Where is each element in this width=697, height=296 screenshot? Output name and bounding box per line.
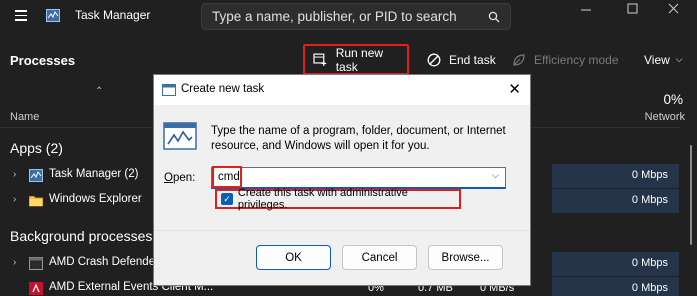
network-value: 0 Mbps [552, 277, 679, 296]
create-new-task-dialog: Create new task ✕ Type the name of a pro… [153, 74, 531, 286]
sort-chevron-up-icon[interactable]: ⌃ [95, 86, 103, 97]
close-window-button[interactable] [651, 0, 697, 22]
open-input[interactable] [211, 167, 506, 189]
run-icon [163, 122, 197, 150]
minimize-button[interactable] [563, 0, 609, 22]
app-title: Task Manager [75, 8, 151, 22]
chevron-right-icon[interactable]: › [13, 257, 16, 268]
chevron-right-icon[interactable]: › [13, 194, 16, 205]
amd-icon [29, 282, 43, 295]
maximize-button[interactable] [609, 0, 655, 22]
network-value: 0 Mbps [552, 164, 679, 188]
group-header-apps: Apps (2) [10, 140, 63, 156]
column-header-name[interactable]: Name [10, 111, 39, 123]
open-label: Open: [164, 172, 196, 184]
admin-privileges-checkbox[interactable]: ✓ Create this task with administrative p… [215, 187, 461, 211]
folder-icon [29, 196, 43, 207]
end-task-icon [427, 53, 441, 66]
network-value: 0 Mbps [552, 189, 679, 213]
process-name: Task Manager (2) [49, 168, 139, 180]
checkbox-checked-icon[interactable]: ✓ [221, 193, 233, 205]
minimize-icon [581, 9, 591, 11]
column-header-network[interactable]: Network [645, 111, 685, 123]
app-icon [29, 257, 43, 270]
maximize-icon [627, 3, 638, 14]
efficiency-mode-button[interactable]: Efficiency mode [512, 44, 619, 75]
efficiency-mode-label: Efficiency mode [534, 52, 619, 67]
process-name: AMD Crash Defender [49, 256, 159, 268]
network-usage-total: 0% [663, 92, 683, 107]
dialog-title-bar: Create new task ✕ [154, 75, 530, 105]
dialog-description: Type the name of a program, folder, docu… [211, 125, 506, 152]
network-value: 0 Mbps [552, 252, 679, 276]
end-task-label: End task [449, 52, 496, 67]
page-title: Processes [10, 53, 76, 68]
open-input-value[interactable]: cmd [212, 166, 242, 188]
leaf-icon [513, 53, 525, 66]
view-dropdown[interactable]: View ⌵ [644, 44, 683, 75]
process-name: Windows Explorer [49, 193, 142, 205]
dialog-footer: OK Cancel Browse... [154, 230, 530, 285]
chevron-down-icon: ⌵ [675, 54, 683, 64]
title-bar: Task Manager Type a name, publisher, or … [0, 0, 697, 34]
search-icon [488, 11, 500, 23]
close-icon [668, 3, 679, 14]
run-new-task-button[interactable]: Run new task [303, 44, 409, 75]
dialog-title: Create new task [181, 83, 265, 95]
dialog-close-icon[interactable]: ✕ [508, 82, 521, 97]
view-label: View [644, 52, 670, 67]
task-icon [162, 84, 176, 96]
search-input[interactable]: Type a name, publisher, or PID to search [201, 3, 511, 30]
ok-button[interactable]: OK [256, 245, 331, 270]
end-task-button[interactable]: End task [427, 44, 496, 75]
toolbar: Processes Run new task End task Efficien… [0, 42, 697, 78]
chevron-down-icon[interactable]: ⌵ [492, 170, 499, 181]
hamburger-menu-icon[interactable] [15, 10, 27, 21]
scrollbar[interactable] [690, 145, 692, 245]
group-header-background: Background processes [10, 228, 153, 244]
cancel-button[interactable]: Cancel [342, 245, 417, 270]
browse-button[interactable]: Browse... [428, 245, 503, 270]
admin-checkbox-label: Create this task with administrative pri… [237, 187, 408, 211]
run-task-icon [313, 53, 327, 66]
task-manager-icon [46, 9, 60, 22]
chevron-right-icon[interactable]: › [13, 169, 16, 180]
task-manager-icon [29, 169, 43, 182]
search-placeholder: Type a name, publisher, or PID to search [212, 9, 457, 24]
run-new-task-label: Run new task [335, 45, 384, 74]
